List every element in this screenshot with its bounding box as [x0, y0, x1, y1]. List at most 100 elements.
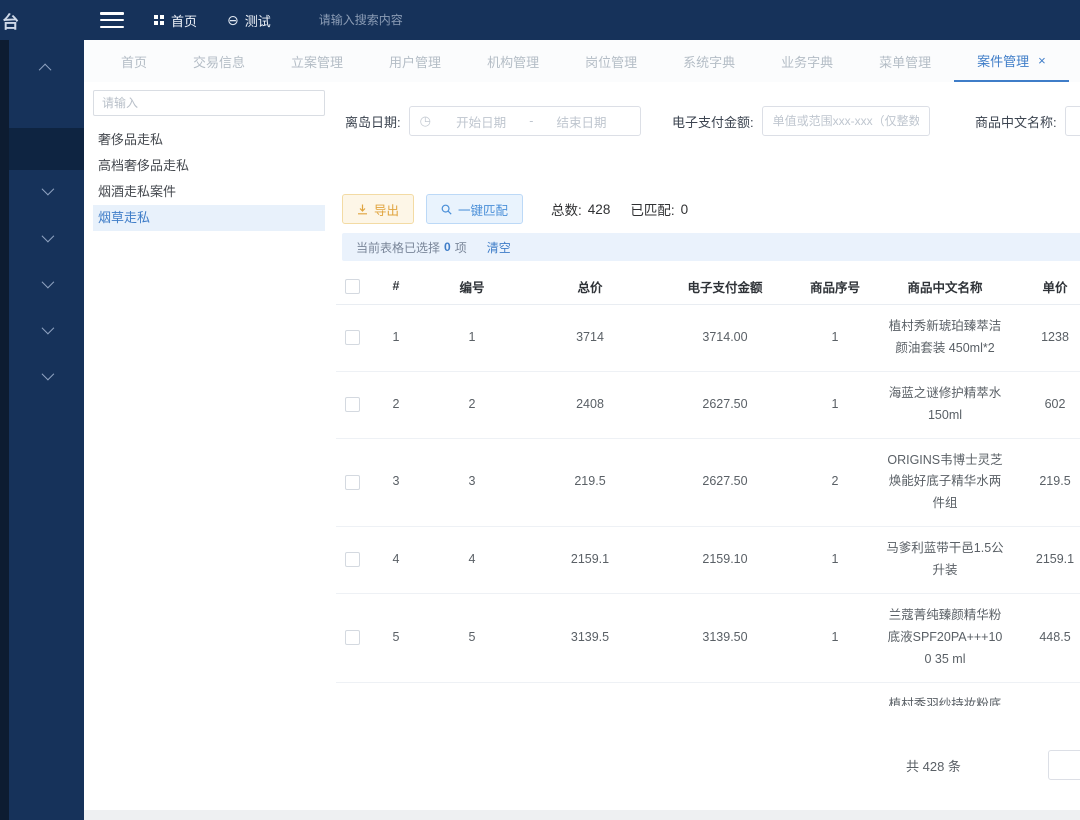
table-cell: 马爹利蓝带干邑1.5公升装	[880, 527, 1010, 594]
table-row[interactable]: 33219.52627.502ORIGINS韦博士灵芝焕能好底子精华水两件组21…	[336, 438, 1080, 527]
table-cell: 6	[424, 682, 520, 706]
filter-name-group: 商品中文名称:	[975, 106, 1080, 136]
sidebar-item[interactable]	[9, 307, 84, 351]
column-header: #	[368, 268, 424, 305]
tab-label: 首页	[121, 52, 147, 71]
clock-icon: ◷	[420, 113, 431, 129]
hamburger-menu-icon[interactable]	[100, 12, 124, 28]
total-label: 总数:	[551, 199, 582, 219]
row-checkbox[interactable]	[345, 330, 360, 345]
search-icon	[441, 204, 452, 215]
nav-home-label: 首页	[171, 11, 197, 30]
row-checkbox[interactable]	[345, 552, 360, 567]
sidebar-item-active[interactable]	[9, 128, 84, 170]
tab-4[interactable]: 用户管理	[366, 40, 464, 82]
tree-item[interactable]: 高档奢侈品走私	[93, 153, 325, 179]
table-cell: 224.11	[1010, 682, 1080, 706]
amount-filter-input[interactable]	[762, 106, 930, 136]
tab-close-icon[interactable]: ×	[1038, 54, 1046, 67]
sidebar-item[interactable]	[9, 215, 84, 259]
table-row[interactable]: 1137143714.001植村秀新琥珀臻萃洁颜油套装 450ml*21238	[336, 305, 1080, 372]
table-row[interactable]: 66672.33672.331植村秀羽纱持妆粉底液 584 35ml224.11	[336, 682, 1080, 706]
totals-summary: 总数: 428 已匹配: 0	[551, 199, 688, 219]
table-cell: 兰蔻菁纯臻颜精华粉底液SPF20PA+++100 35 ml	[880, 593, 1010, 682]
table-row[interactable]: 553139.53139.501兰蔻菁纯臻颜精华粉底液SPF20PA+++100…	[336, 593, 1080, 682]
sidebar-item[interactable]	[9, 46, 84, 90]
tab-label: 业务字典	[781, 52, 833, 71]
row-checkbox[interactable]	[345, 630, 360, 645]
global-search-input[interactable]	[317, 12, 471, 28]
tab-7[interactable]: 系统字典	[660, 40, 758, 82]
table-cell: ORIGINS韦博士灵芝焕能好底子精华水两件组	[880, 438, 1010, 527]
filter-date-group: 离岛日期: ◷ 开始日期 - 结束日期	[345, 106, 641, 136]
tree-item[interactable]: 奢侈品走私	[93, 127, 325, 153]
tab-6[interactable]: 岗位管理	[562, 40, 660, 82]
name-filter-label: 商品中文名称:	[975, 112, 1057, 131]
tree-item[interactable]: 烟酒走私案件	[93, 179, 325, 205]
matched-value: 0	[681, 202, 689, 217]
chevron-down-icon	[42, 275, 55, 288]
page-size-select[interactable]	[1048, 750, 1080, 780]
tree-search	[93, 90, 325, 116]
tree-search-input[interactable]	[93, 90, 325, 116]
top-navbar: 台 首页 ⊖ 测试	[0, 0, 1080, 40]
table-cell: 602	[1010, 371, 1080, 438]
table-cell: 3139.50	[660, 593, 790, 682]
tree-panel: 奢侈品走私高档奢侈品走私烟酒走私案件烟草走私	[93, 90, 325, 231]
tab-label: 机构管理	[487, 52, 539, 71]
row-checkbox[interactable]	[345, 475, 360, 490]
table-cell: 2627.50	[660, 438, 790, 527]
column-header: 电子支付金额	[660, 268, 790, 305]
date-start-placeholder: 开始日期	[433, 112, 529, 131]
tab-10[interactable]: 案件管理 ×	[954, 40, 1069, 82]
tab-2[interactable]: 交易信息	[170, 40, 268, 82]
table-cell: 2159.1	[1010, 527, 1080, 594]
sidebar-item[interactable]	[9, 261, 84, 305]
tab-label: 案件管理	[977, 51, 1029, 70]
column-header: 商品中文名称	[880, 268, 1010, 305]
table-cell: 1	[790, 593, 880, 682]
matched-label: 已匹配:	[630, 199, 674, 219]
table-cell: 2	[790, 438, 880, 527]
content-panel: 奢侈品走私高档奢侈品走私烟酒走私案件烟草走私 离岛日期: ◷ 开始日期 - 结束…	[84, 82, 1080, 810]
nav-home[interactable]: 首页	[154, 11, 197, 30]
tab-9[interactable]: 菜单管理	[856, 40, 954, 82]
table-cell: 3	[368, 438, 424, 527]
tree-item[interactable]: 烟草走私	[93, 205, 325, 231]
table-container: #编号总价电子支付金额商品序号商品中文名称单价 1137143714.001植村…	[336, 268, 1080, 706]
table-cell: 3139.5	[520, 593, 660, 682]
column-header: 编号	[424, 268, 520, 305]
table-cell: 672.33	[520, 682, 660, 706]
export-button[interactable]: 导出	[342, 194, 414, 224]
amount-filter-label: 电子支付金额:	[672, 112, 754, 131]
table-cell: 2627.50	[660, 371, 790, 438]
right-section: 离岛日期: ◷ 开始日期 - 结束日期 电子支付金额: 商品中文名称:	[336, 82, 1080, 810]
column-header: 单价	[1010, 268, 1080, 305]
table-cell: 3714	[520, 305, 660, 372]
logo-fragment: 台	[2, 8, 28, 33]
tab-3[interactable]: 立案管理	[268, 40, 366, 82]
sidebar-item[interactable]	[9, 353, 84, 397]
tab-label: 用户管理	[389, 52, 441, 71]
table-cell: 2159.10	[660, 527, 790, 594]
name-filter-input[interactable]	[1065, 106, 1080, 136]
selection-count: 0	[444, 240, 451, 254]
clear-selection-link[interactable]: 清空	[487, 239, 511, 256]
tab-8[interactable]: 业务字典	[758, 40, 856, 82]
total-value: 428	[588, 202, 611, 217]
selection-prefix: 当前表格已选择	[356, 239, 440, 256]
select-all-checkbox[interactable]	[345, 279, 360, 294]
column-header: 商品序号	[790, 268, 880, 305]
row-checkbox[interactable]	[345, 397, 360, 412]
one-click-match-button[interactable]: 一键匹配	[426, 194, 523, 224]
table-row[interactable]: 442159.12159.101马爹利蓝带干邑1.5公升装2159.1	[336, 527, 1080, 594]
nav-test[interactable]: ⊖ 测试	[227, 11, 271, 30]
table-row[interactable]: 2224082627.501海蓝之谜修护精萃水 150ml602	[336, 371, 1080, 438]
sidebar-item[interactable]	[9, 168, 84, 212]
nav-test-label: 测试	[245, 11, 271, 30]
date-range-picker[interactable]: ◷ 开始日期 - 结束日期	[409, 106, 641, 136]
tab-bar: 首页 交易信息立案管理 用户管理 机构管理 岗位管理系统字典 业务字典 菜单管理 案件管理 ×	[84, 40, 1080, 82]
sidebar-edge	[0, 40, 9, 820]
tab-1[interactable]: 首页	[98, 40, 170, 82]
tab-5[interactable]: 机构管理	[464, 40, 562, 82]
